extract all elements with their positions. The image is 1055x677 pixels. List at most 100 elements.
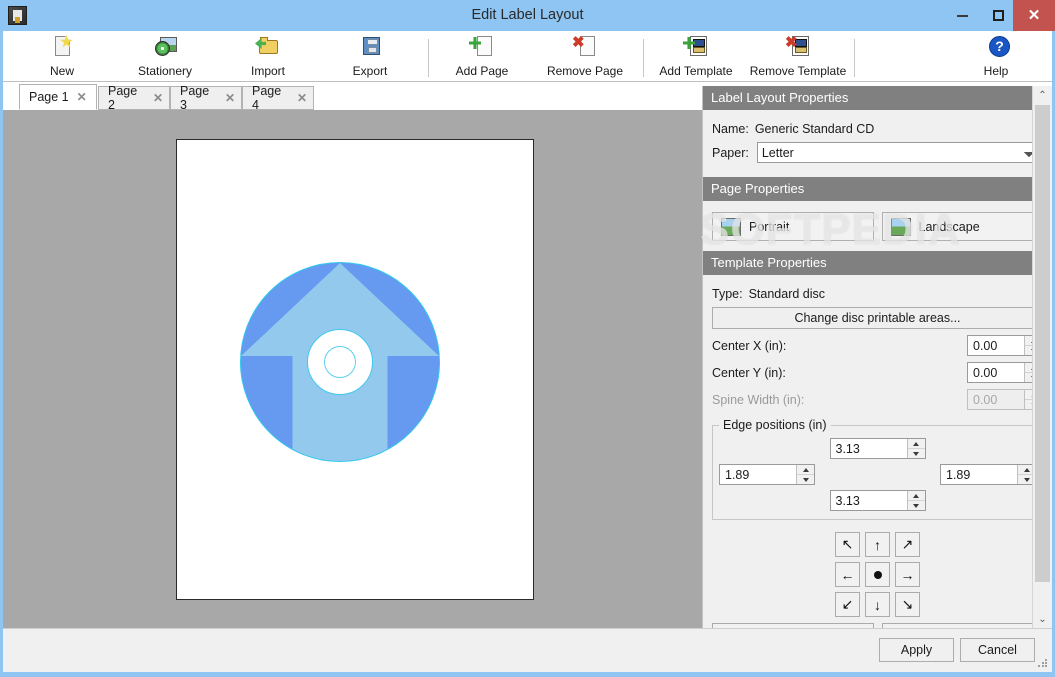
spine-width-input: [968, 390, 1024, 409]
label-canvas[interactable]: [3, 110, 702, 628]
nudge-down-left-button[interactable]: ↙: [835, 592, 860, 617]
properties-panel-scrollbar[interactable]: ⌃ ⌄: [1032, 86, 1052, 628]
toolbar-export-button[interactable]: Export: [339, 33, 401, 81]
edge-top-input[interactable]: [831, 439, 907, 458]
minimize-icon: [957, 15, 968, 17]
edge-top-stepper[interactable]: [830, 438, 926, 459]
portrait-label: Portrait: [749, 220, 789, 234]
nudge-down-button[interactable]: ↓: [865, 592, 890, 617]
tab-page-3[interactable]: Page 3 ✕: [170, 86, 242, 110]
edge-right-input[interactable]: [941, 465, 1017, 484]
scrollbar-up-arrow[interactable]: ⌃: [1033, 86, 1052, 104]
edge-right-stepper[interactable]: [940, 464, 1036, 485]
type-row: Type: Standard disc: [712, 287, 1043, 301]
tab-page-2-label: Page 2: [108, 84, 145, 112]
portrait-image-icon: [721, 218, 741, 236]
toolbar-separator-1: [428, 39, 429, 77]
center-y-input[interactable]: [968, 363, 1024, 382]
tab-page-3-close-icon[interactable]: ✕: [225, 91, 235, 105]
edge-top-decrement[interactable]: [908, 449, 925, 458]
name-row: Name: Generic Standard CD: [712, 122, 1043, 136]
scrollbar-down-arrow[interactable]: ⌄: [1033, 610, 1052, 628]
page-properties-header: Page Properties: [703, 177, 1052, 201]
toolbar-import-button[interactable]: Import: [235, 33, 301, 81]
center-x-input[interactable]: [968, 336, 1024, 355]
tab-page-1-close-icon[interactable]: ✕: [77, 90, 87, 104]
page-sheet[interactable]: [176, 139, 534, 600]
spine-width-row: Spine Width (in):: [712, 389, 1043, 410]
edge-top-increment[interactable]: [908, 439, 925, 449]
landscape-label: Landscape: [919, 220, 980, 234]
toolbar-export-label: Export: [353, 64, 388, 78]
properties-panel: Label Layout Properties Name: Generic St…: [702, 86, 1052, 628]
edge-left-stepper[interactable]: [719, 464, 815, 485]
toolbar-stationery-label: Stationery: [138, 64, 192, 78]
toolbar-help-button[interactable]: ? Help: [965, 33, 1027, 81]
nudge-up-button[interactable]: ↑: [865, 532, 890, 557]
edge-bottom-decrement[interactable]: [908, 501, 925, 510]
nudge-right-button[interactable]: →: [895, 562, 920, 587]
toolbar-stationery-button[interactable]: Stationery: [121, 33, 209, 81]
dialog-footer: Apply Cancel: [3, 628, 1052, 672]
tab-page-2[interactable]: Page 2 ✕: [98, 86, 170, 110]
change-disc-printable-areas-button[interactable]: Change disc printable areas...: [712, 307, 1043, 329]
toolbar-import-label: Import: [251, 64, 285, 78]
edge-positions-legend: Edge positions (in): [719, 418, 831, 432]
nudge-down-right-button[interactable]: ↘: [895, 592, 920, 617]
edge-left-input[interactable]: [720, 465, 796, 484]
tab-page-4-label: Page 4: [252, 84, 289, 112]
disc-label-preview[interactable]: [240, 262, 440, 462]
toolbar-remove-page-button[interactable]: ✖ Remove Page: [537, 33, 633, 81]
close-icon: ✕: [1028, 8, 1041, 23]
stationery-disc-photo-icon: [150, 35, 180, 61]
nudge-up-right-button[interactable]: ↗: [895, 532, 920, 557]
scrollbar-thumb[interactable]: [1035, 105, 1050, 582]
center-x-label: Center X (in):: [712, 339, 786, 353]
tab-page-1[interactable]: Page 1 ✕: [19, 84, 97, 110]
tab-page-4[interactable]: Page 4 ✕: [242, 86, 314, 110]
edge-bottom-input[interactable]: [831, 491, 907, 510]
tab-page-4-close-icon[interactable]: ✕: [297, 91, 307, 105]
paper-label: Paper:: [712, 146, 749, 160]
close-button[interactable]: ✕: [1013, 0, 1055, 31]
edge-bottom-increment[interactable]: [908, 491, 925, 501]
label-layout-properties-body: Name: Generic Standard CD Paper: Letter: [703, 110, 1052, 177]
maximize-button[interactable]: [980, 0, 1016, 31]
toolbar-separator-3: [854, 39, 855, 77]
orientation-row: Portrait Landscape: [712, 212, 1043, 241]
landscape-button[interactable]: Landscape: [882, 212, 1044, 241]
cancel-button[interactable]: Cancel: [960, 638, 1035, 662]
toolbar-remove-page-label: Remove Page: [547, 64, 623, 78]
edge-left-decrement[interactable]: [797, 475, 814, 484]
template-properties-body: Type: Standard disc Change disc printabl…: [703, 275, 1052, 628]
toolbar-remove-template-button[interactable]: ✖ Remove Template: [743, 33, 853, 81]
disc-center-hole-inner-ring: [324, 346, 356, 378]
nudge-up-left-button[interactable]: ↖: [835, 532, 860, 557]
edge-sides-row: [719, 464, 1036, 485]
nudge-left-button[interactable]: ←: [835, 562, 860, 587]
label-layout-properties-header: Label Layout Properties: [703, 86, 1052, 110]
toolbar-add-page-button[interactable]: Add Page: [446, 33, 518, 81]
new-page-star-icon: [47, 35, 77, 61]
edge-left-increment[interactable]: [797, 465, 814, 475]
apply-button[interactable]: Apply: [879, 638, 954, 662]
edge-bottom-stepper[interactable]: [830, 490, 926, 511]
paper-select[interactable]: Letter: [757, 142, 1043, 163]
edge-top-row: [719, 438, 1036, 459]
help-question-icon: ?: [981, 35, 1011, 61]
resize-grip[interactable]: [1037, 658, 1047, 668]
center-y-label: Center Y (in):: [712, 366, 786, 380]
toolbar-remove-template-label: Remove Template: [750, 64, 847, 78]
toolbar-add-template-label: Add Template: [659, 64, 732, 78]
tab-page-2-close-icon[interactable]: ✕: [153, 91, 163, 105]
toolbar-separator-2: [643, 39, 644, 77]
remove-template-icon: ✖: [783, 35, 813, 61]
portrait-button[interactable]: Portrait: [712, 212, 874, 241]
maximize-icon: [993, 10, 1004, 21]
template-properties-header: Template Properties: [703, 251, 1052, 275]
toolbar-add-template-button[interactable]: Add Template: [653, 33, 739, 81]
center-x-row: Center X (in):: [712, 335, 1043, 356]
toolbar-new-button[interactable]: New: [31, 33, 93, 81]
minimize-button[interactable]: [944, 0, 980, 31]
nudge-center-button[interactable]: [865, 562, 890, 587]
